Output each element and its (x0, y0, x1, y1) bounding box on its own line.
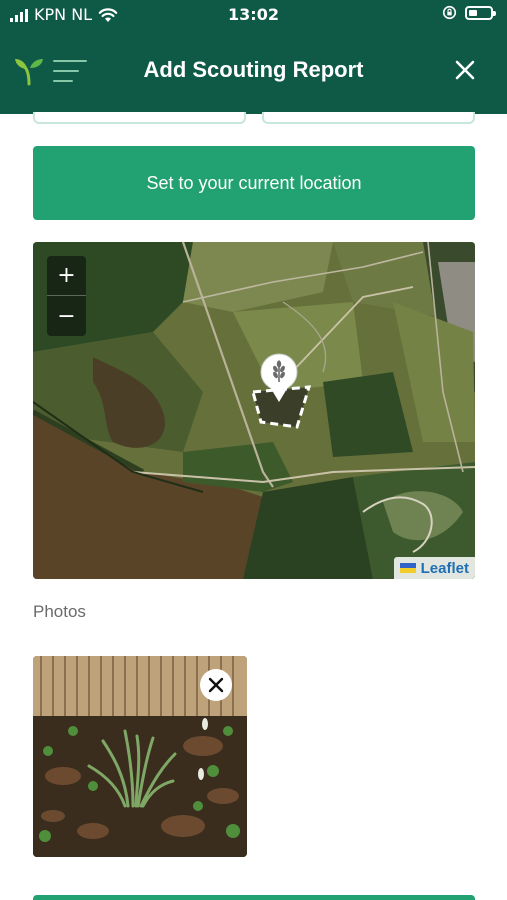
battery-icon (465, 5, 496, 20)
attribution-link[interactable]: Leaflet (421, 560, 469, 577)
close-icon (208, 677, 224, 693)
location-map[interactable]: + − Leaflet (33, 242, 475, 579)
close-icon[interactable] (453, 58, 477, 82)
ukraine-flag-icon (399, 563, 416, 573)
latitude-field[interactable] (33, 112, 246, 124)
longitude-field[interactable] (262, 112, 475, 124)
map-zoom-control: + − (47, 256, 86, 336)
nav-bar: Add Scouting Report (0, 40, 507, 100)
submit-report-button[interactable] (33, 895, 475, 900)
orientation-lock-icon (442, 5, 457, 20)
wheat-pin-icon[interactable] (259, 352, 299, 404)
status-time: 13:02 (228, 5, 279, 24)
app-header: KPN NL 13:02 Add Scouting Report (0, 0, 507, 114)
current-location-button[interactable]: Set to your current location (33, 146, 475, 220)
page-title: Add Scouting Report (143, 57, 364, 82)
map-attribution[interactable]: Leaflet (393, 557, 475, 579)
scouting-area-polygon[interactable] (33, 242, 475, 579)
zoom-out-button[interactable]: − (47, 296, 86, 336)
current-location-label: Set to your current location (146, 172, 362, 193)
zoom-in-button[interactable]: + (47, 256, 86, 296)
photos-heading: Photos (33, 602, 86, 621)
remove-photo-button[interactable] (200, 669, 232, 701)
status-right (442, 5, 496, 20)
status-bar: KPN NL 13:02 (0, 0, 507, 30)
